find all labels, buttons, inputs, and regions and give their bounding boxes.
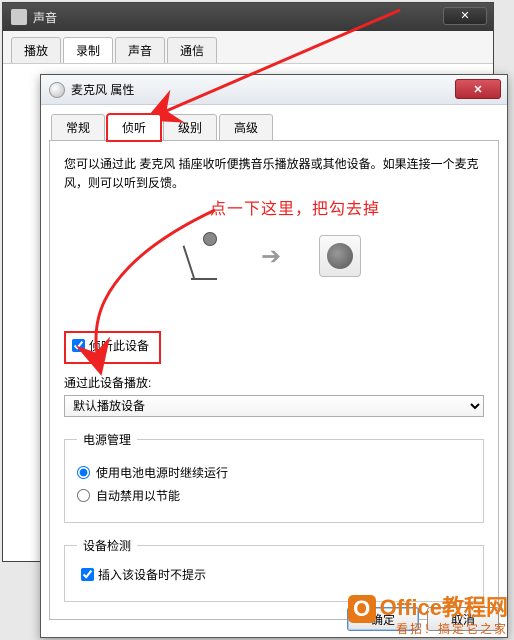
playback-device-select[interactable]: 默认播放设备 [64,395,484,417]
sound-app-icon [11,9,27,25]
power-legend: 电源管理 [77,431,137,448]
power-keep-label: 使用电池电源时继续运行 [96,464,228,481]
mic-properties-window: 麦克风 属性 常规 侦听 级别 高级 您可以通过此 麦克风 插座收听便携音乐播放… [40,74,508,638]
power-management-group: 电源管理 使用电池电源时继续运行 自动禁用以节能 [64,431,484,523]
power-auto-row[interactable]: 自动禁用以节能 [77,487,471,504]
power-auto-radio[interactable] [77,489,90,502]
detection-label: 插入该设备时不提示 [98,566,206,583]
detection-checkbox[interactable] [81,568,94,581]
tab-advanced[interactable]: 高级 [219,114,273,141]
arrow-right-icon: ➔ [261,242,281,271]
listen-description: 您可以通过此 麦克风 插座收听便携音乐播放器或其他设备。如果连接一个麦克风，则可… [64,155,484,193]
power-auto-label: 自动禁用以节能 [96,487,180,504]
sound-titlebar: 声音 ✕ [3,3,493,31]
sound-title: 声音 [33,9,57,26]
listen-checkbox-highlight: 侦听此设备 [64,331,161,364]
tab-recording[interactable]: 录制 [63,37,113,63]
speaker-graphic-icon [319,235,361,277]
mic-close-button[interactable] [455,79,501,99]
mic-title: 麦克风 属性 [71,81,134,98]
tab-communications[interactable]: 通信 [167,37,217,63]
detection-legend: 设备检测 [77,537,137,554]
listen-checkbox[interactable] [72,339,85,352]
device-detection-group: 设备检测 插入该设备时不提示 [64,537,484,602]
sound-tabs: 播放 录制 声音 通信 [3,31,493,64]
watermark-badge-icon: O [348,595,376,623]
tab-playback[interactable]: 播放 [11,37,61,63]
annotation-text: 点一下这里，把勾去掉 [210,195,380,219]
mic-tabs: 常规 侦听 级别 高级 [41,105,507,140]
listen-checkbox-label: 侦听此设备 [89,337,149,354]
power-keep-row[interactable]: 使用电池电源时继续运行 [77,464,471,481]
microphone-icon [49,82,65,98]
tab-levels[interactable]: 级别 [163,114,217,141]
tab-general[interactable]: 常规 [51,114,105,141]
tab-listen[interactable]: 侦听 [107,114,161,141]
watermark-line2: 看招！搞定它之家 [348,623,508,636]
watermark: OOffice教程网 看招！搞定它之家 [348,595,508,636]
listen-checkbox-row[interactable]: 侦听此设备 [68,335,153,356]
watermark-line1: OOffice教程网 [348,595,508,623]
tab-sounds[interactable]: 声音 [115,37,165,63]
mic-titlebar: 麦克风 属性 [41,75,507,105]
mic-graphic-icon [187,232,223,280]
sound-close-button[interactable]: ✕ [443,7,487,25]
playback-through-label: 通过此设备播放: [64,374,484,391]
illustration-row: ➔ [64,211,484,301]
detection-row[interactable]: 插入该设备时不提示 [77,564,210,585]
power-keep-radio[interactable] [77,466,90,479]
